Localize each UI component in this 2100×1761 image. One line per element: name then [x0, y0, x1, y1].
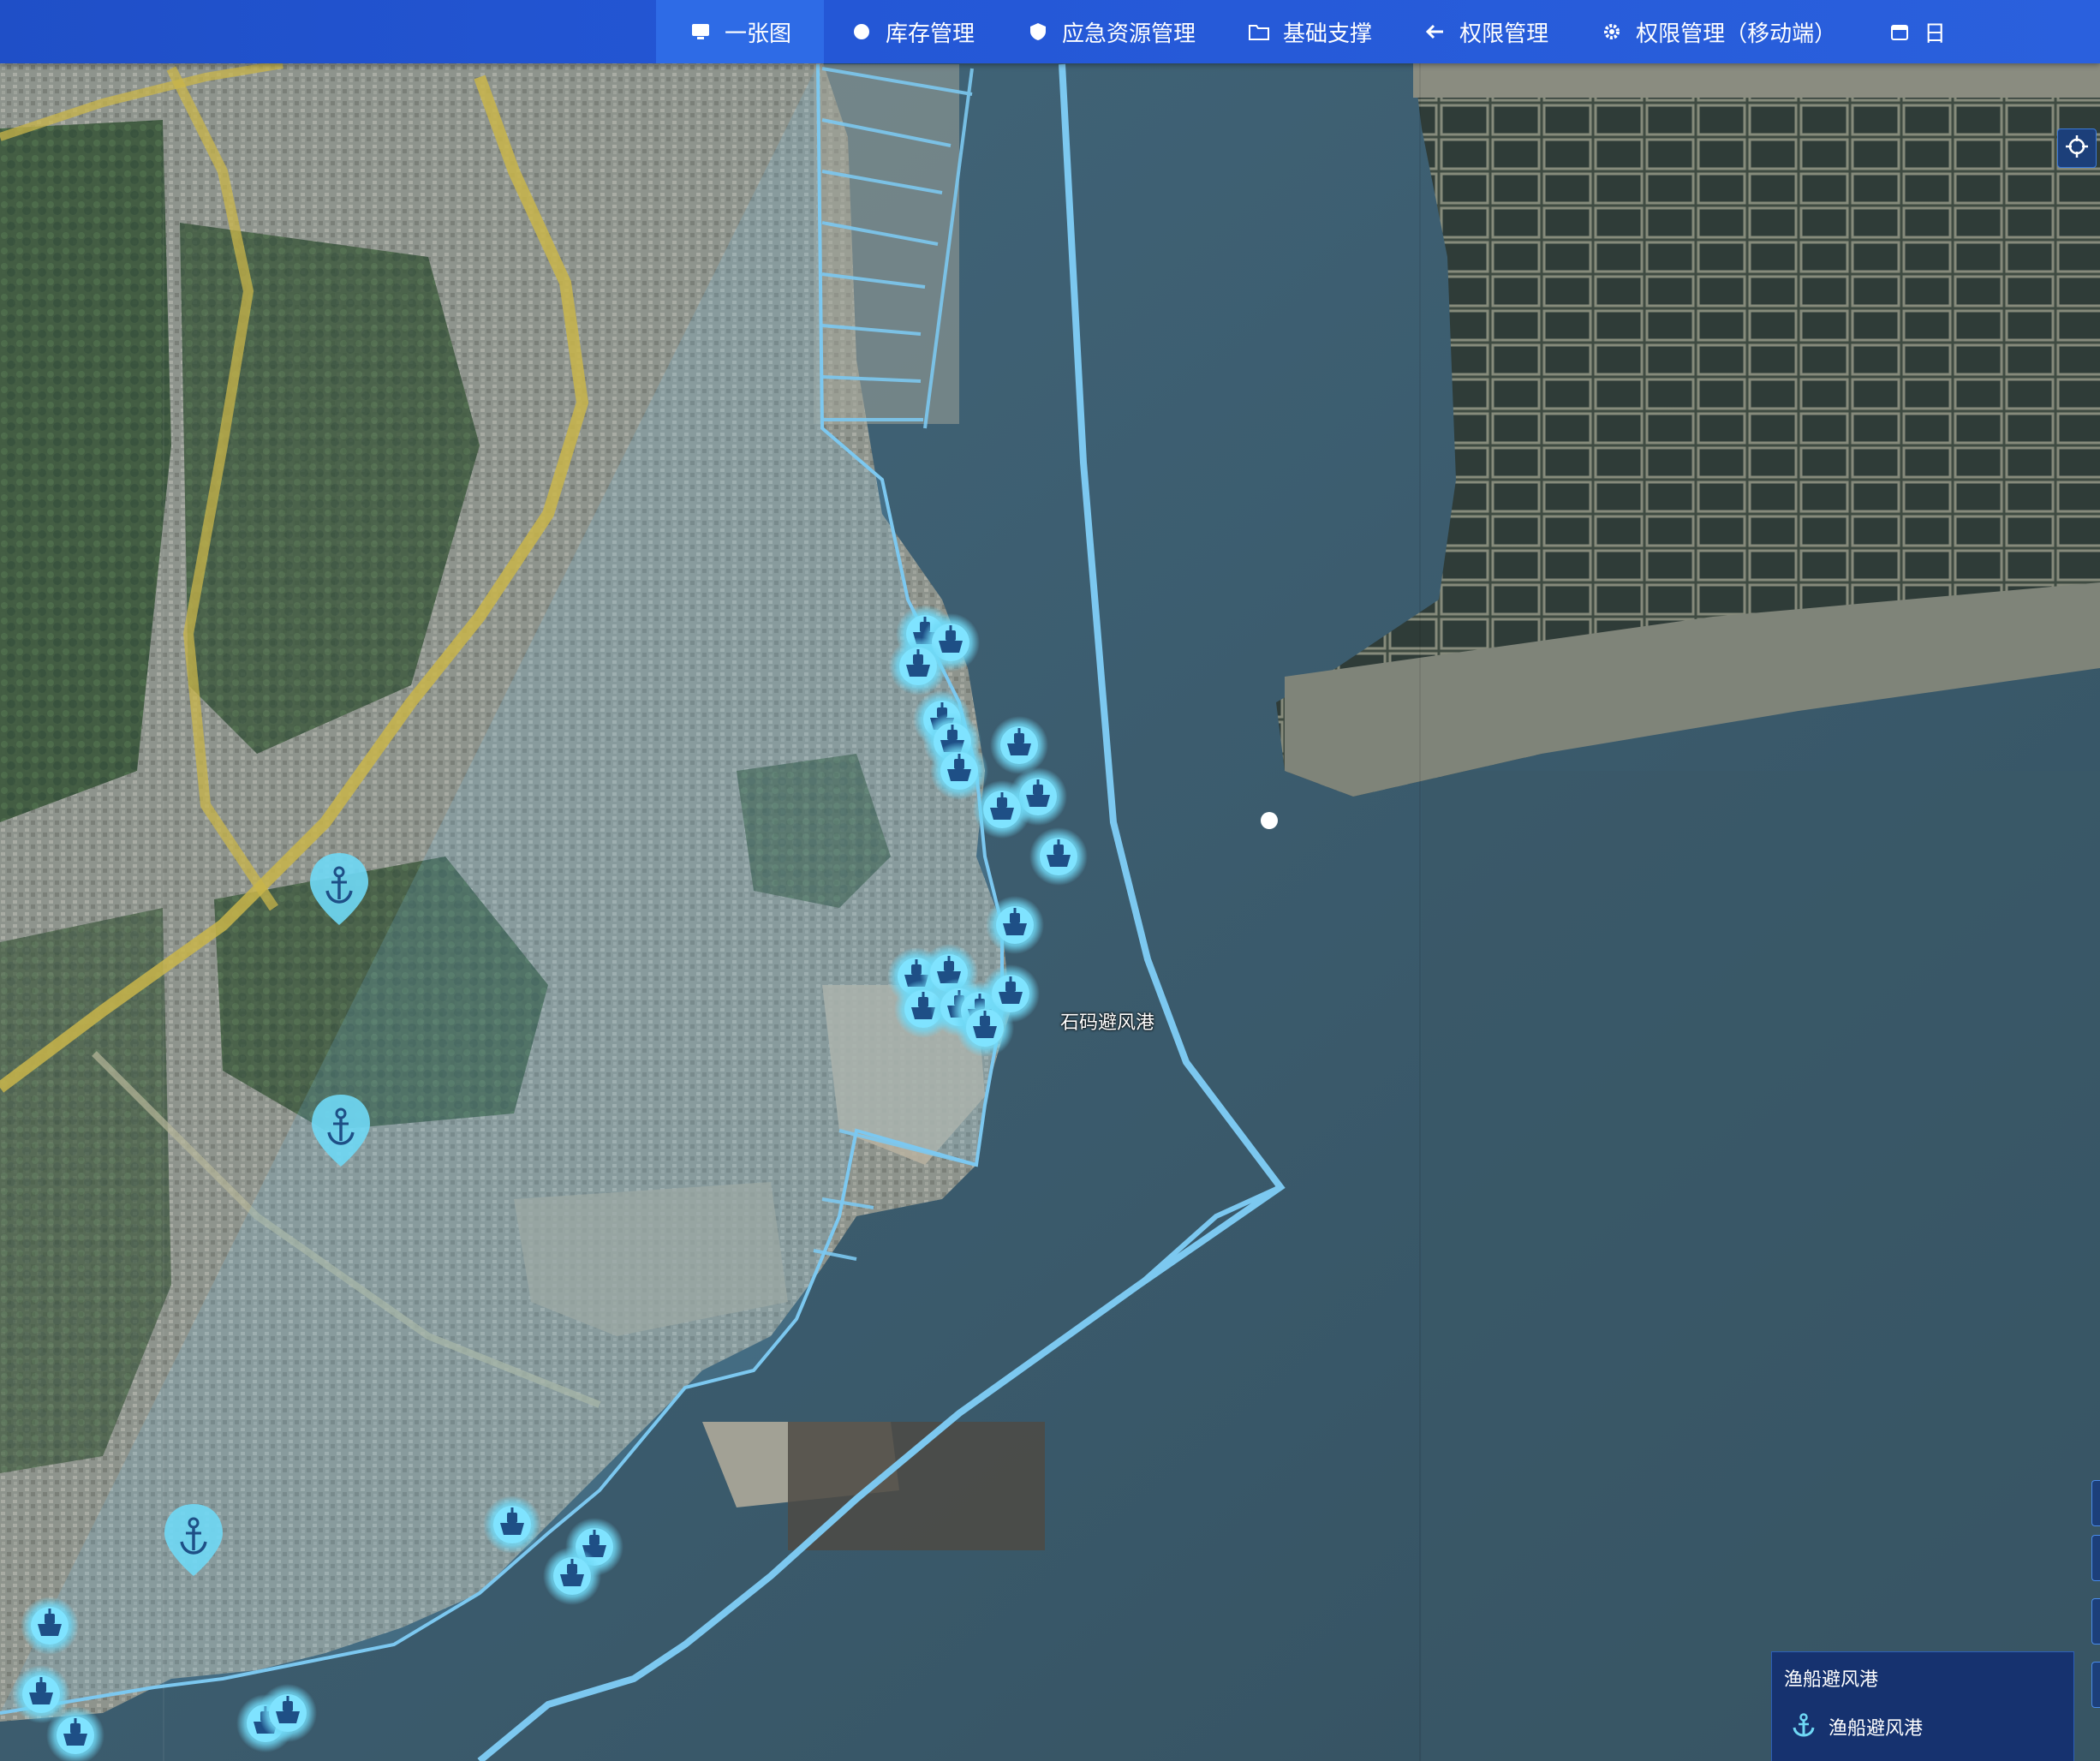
nav-item-label: 基础支撑 [1283, 21, 1373, 47]
ship-icon[interactable] [889, 637, 947, 695]
ship-icon[interactable] [973, 780, 1031, 839]
nav-item-label: 一张图 [725, 21, 792, 47]
circle-icon [850, 20, 874, 44]
shield-icon [1026, 20, 1050, 44]
legend-item-label: 渔船避风港 [1829, 1718, 1924, 1740]
nav-item-permissions-mobile[interactable]: 权限管理（移动端） [1574, 0, 1862, 63]
ship-icon[interactable] [543, 1547, 601, 1605]
map-tool-button[interactable] [2091, 1662, 2100, 1708]
nav-item-permissions[interactable]: 权限管理 [1398, 0, 1574, 63]
nav-item-label: 权限管理（移动端） [1636, 21, 1837, 47]
nav-item-infrastructure[interactable]: 基础支撑 [1221, 0, 1398, 63]
legend-panel: 渔船避风港 渔船避风港 [1771, 1651, 2074, 1761]
nav-item-label: 日 [1924, 21, 1947, 47]
map-tool-button[interactable] [2091, 1535, 2100, 1581]
ship-icon[interactable] [990, 716, 1048, 774]
map-tool-button[interactable] [2091, 1598, 2100, 1645]
marker-layer [12, 605, 1088, 1761]
nav-item-calendar[interactable]: 日 [1862, 0, 1972, 63]
legend-title: 渔船避风港 [1784, 1669, 1879, 1691]
calendar-icon [1888, 20, 1912, 44]
ship-icon[interactable] [21, 1597, 79, 1655]
ship-icon[interactable] [259, 1684, 317, 1742]
arrow-left-icon [1423, 20, 1447, 44]
nav-item-overview-map[interactable]: 一张图 [656, 0, 825, 63]
app-root: 石码避风港 一张图 库存管理 应急资源管理 基础支撑 权限管理 权限管理（移动端… [0, 0, 2100, 1761]
ship-icon[interactable] [986, 896, 1044, 954]
crosshair-icon [2064, 134, 2090, 163]
nav-item-emergency-resources[interactable]: 应急资源管理 [1000, 0, 1221, 63]
map-tool-button[interactable] [2091, 1480, 2100, 1526]
folder-icon [1247, 20, 1271, 44]
nav-item-label: 库存管理 [886, 21, 975, 47]
ship-icon[interactable] [1029, 827, 1088, 886]
anchor-icon[interactable] [163, 1502, 224, 1578]
gear-icon [1600, 20, 1624, 44]
anchor-icon[interactable] [308, 851, 370, 927]
anchor-icon[interactable] [310, 1093, 372, 1168]
legend-item[interactable]: 渔船避风港 [1791, 1712, 1923, 1741]
nav-item-label: 应急资源管理 [1062, 21, 1196, 47]
top-navigation-bar: 一张图 库存管理 应急资源管理 基础支撑 权限管理 权限管理（移动端） 日 [0, 0, 2100, 63]
monitor-icon [689, 20, 713, 44]
anchor-icon [1791, 1712, 1817, 1741]
ship-icon[interactable] [483, 1495, 541, 1554]
locate-button[interactable] [2057, 128, 2097, 168]
ship-icon[interactable] [956, 999, 1014, 1057]
nav-item-inventory[interactable]: 库存管理 [824, 0, 1000, 63]
nav-item-label: 权限管理 [1459, 21, 1549, 47]
main-nav: 一张图 库存管理 应急资源管理 基础支撑 权限管理 权限管理（移动端） 日 [656, 0, 1972, 63]
